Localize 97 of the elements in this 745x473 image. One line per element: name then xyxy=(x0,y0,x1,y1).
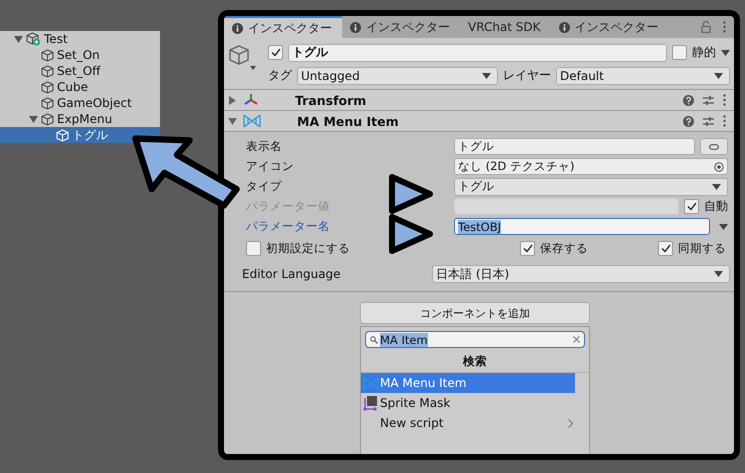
sprite-mask-icon xyxy=(363,396,378,410)
checkmark-icon xyxy=(522,244,532,252)
inspector-tab[interactable]: インスペクター xyxy=(550,16,669,38)
foldout-arrow-icon[interactable] xyxy=(228,96,237,104)
cube-plus-icon xyxy=(26,32,41,46)
info-icon xyxy=(350,22,361,32)
caret-icon xyxy=(714,72,723,78)
tree-item-label: Set_On xyxy=(57,48,100,62)
tree-item[interactable]: Test xyxy=(0,31,160,47)
foldout-arrow-icon[interactable] xyxy=(228,116,237,126)
help-icon[interactable] xyxy=(683,116,694,126)
caret-icon xyxy=(482,72,491,78)
component-name: MA Menu Item xyxy=(297,114,399,128)
static-label: 静的 xyxy=(692,44,716,61)
inspector-tab[interactable]: VRChat SDK xyxy=(460,16,551,38)
search-field[interactable]: MA Item xyxy=(365,331,585,348)
auto-label: 自動 xyxy=(704,198,728,215)
field-label: Editor Language xyxy=(242,267,342,281)
component-header[interactable]: MA Menu Item xyxy=(224,111,734,132)
checkbox[interactable] xyxy=(246,240,261,256)
checkbox[interactable] xyxy=(268,45,283,60)
target-icon[interactable] xyxy=(714,162,724,172)
tree-item[interactable]: トグル xyxy=(0,127,160,143)
field-label: パラメーター名 xyxy=(246,219,331,234)
checkmark-icon xyxy=(270,48,280,57)
parameter-value-field[interactable] xyxy=(454,198,679,215)
tree-item-label: トグル xyxy=(72,126,108,144)
cube-icon xyxy=(41,96,54,110)
kebab-menu-icon[interactable] xyxy=(723,94,726,106)
tree-item-label: GameObject xyxy=(57,96,132,110)
object-name-field[interactable]: トグル xyxy=(288,44,667,62)
pointer-triangle xyxy=(388,173,434,215)
component-list-item[interactable]: Sprite Mask xyxy=(361,393,575,413)
component-name: Transform xyxy=(295,92,366,108)
saved-label: 保存する xyxy=(540,240,588,256)
search-icon xyxy=(370,336,378,344)
cube-icon xyxy=(41,48,54,62)
add-component-button[interactable]: コンポーネントを追加 xyxy=(360,302,590,324)
tree-item[interactable]: GameObject xyxy=(0,95,160,111)
synced-label: 同期する xyxy=(678,240,726,256)
tree-item-label: Set_Off xyxy=(57,64,100,78)
caret-icon xyxy=(712,184,721,190)
menu-item-icon xyxy=(362,376,378,390)
expand-arrow-icon[interactable] xyxy=(14,34,23,44)
checkbox[interactable] xyxy=(520,240,535,256)
link-icon xyxy=(709,144,719,150)
cube-icon xyxy=(41,112,54,126)
kebab-menu-icon[interactable] xyxy=(723,21,726,33)
info-icon xyxy=(558,22,570,32)
tree-item[interactable]: ExpMenu xyxy=(0,111,160,127)
tree-item[interactable]: Set_On xyxy=(0,47,160,63)
tree-item-label: Test xyxy=(44,32,68,46)
kebab-menu-icon[interactable] xyxy=(723,115,726,127)
caret-icon xyxy=(719,224,728,230)
close-icon[interactable] xyxy=(573,336,580,343)
checkmark-icon xyxy=(686,202,696,211)
layer-label: レイヤー xyxy=(503,67,551,84)
sliders-icon[interactable] xyxy=(703,94,714,106)
tree-item[interactable]: Set_Off xyxy=(0,63,160,79)
cube-icon xyxy=(56,128,69,142)
component-list-item[interactable]: MA Menu Item xyxy=(361,373,575,393)
display-name-field[interactable]: トグル xyxy=(454,138,695,155)
component-header[interactable]: Transform xyxy=(224,90,734,111)
tag-label: タグ xyxy=(268,67,292,84)
component-list-item[interactable]: New script xyxy=(361,413,575,433)
cube-icon xyxy=(41,64,54,78)
field-label: タイプ xyxy=(246,179,283,194)
caret-icon xyxy=(714,271,723,277)
field-label: 表示名 xyxy=(246,139,283,154)
tree-item-label: Cube xyxy=(57,80,88,94)
checkmark-icon xyxy=(660,244,670,252)
inspector-tab[interactable]: インスペクター xyxy=(224,16,342,38)
expand-arrow-icon[interactable] xyxy=(29,114,38,124)
type-dropdown[interactable]: トグル xyxy=(454,178,728,196)
checkbox[interactable] xyxy=(672,45,687,60)
checkbox[interactable] xyxy=(658,240,673,256)
inspector-tab[interactable]: インスペクター xyxy=(342,16,460,38)
field-label: パラメーター値 xyxy=(246,199,331,214)
checkbox[interactable] xyxy=(684,199,699,214)
tree-item-label: ExpMenu xyxy=(57,112,112,126)
field-label: アイコン xyxy=(246,159,295,174)
link-button[interactable] xyxy=(700,138,728,155)
layer-dropdown[interactable]: Default xyxy=(556,66,730,84)
pointer-triangle xyxy=(388,213,434,255)
cube-icon xyxy=(41,80,54,94)
tree-item[interactable]: Cube xyxy=(0,79,160,95)
help-icon[interactable] xyxy=(683,94,694,106)
menu-item-icon xyxy=(243,114,261,128)
chevron-right-icon xyxy=(568,418,573,428)
icon-object-field[interactable]: なし (2D テクスチャ) xyxy=(454,158,728,175)
sliders-icon[interactable] xyxy=(703,116,714,126)
tag-dropdown[interactable]: Untagged xyxy=(297,66,498,84)
parameter-name-field[interactable]: TestOBJ xyxy=(454,218,710,235)
caret-icon xyxy=(721,50,730,56)
default-label: 初期設定にする xyxy=(266,240,350,256)
info-icon xyxy=(232,22,243,34)
language-dropdown[interactable]: 日本語 (日本) xyxy=(432,265,730,283)
